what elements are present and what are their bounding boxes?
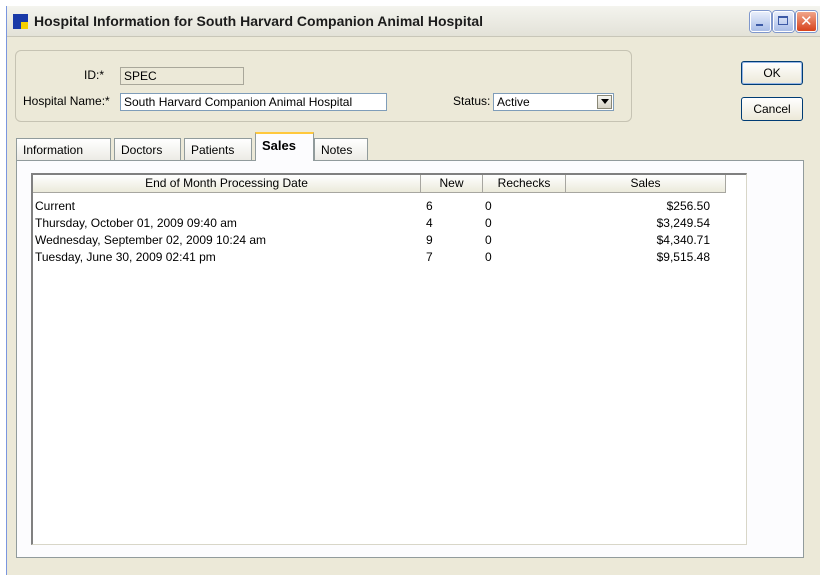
hospital-name-label: Hospital Name:* (23, 94, 110, 108)
tab-sales[interactable]: Sales (255, 132, 314, 161)
chevron-down-icon[interactable] (597, 95, 612, 109)
hospital-details-group: ID:* SPEC Hospital Name:* South Harvard … (15, 50, 632, 122)
status-label: Status: (453, 94, 491, 108)
row-date: Wednesday, September 02, 2009 10:24 am (35, 233, 267, 247)
row-date: Thursday, October 01, 2009 09:40 am (35, 216, 237, 230)
column-header-date[interactable]: End of Month Processing Date (33, 175, 421, 193)
table-row[interactable]: Tuesday, June 30, 2009 02:41 pm 7 0 $9,5… (33, 249, 746, 265)
app-icon (13, 14, 28, 29)
id-field[interactable]: SPEC (120, 67, 244, 85)
table-row[interactable]: Wednesday, September 02, 2009 10:24 am 9… (33, 232, 746, 248)
id-label: ID:* (84, 68, 105, 82)
title-bar[interactable]: Hospital Information for South Harvard C… (7, 6, 820, 37)
row-new: 9 (426, 233, 433, 247)
row-date: Current (35, 199, 76, 213)
list-header: End of Month Processing Date New Recheck… (33, 175, 746, 193)
row-rechecks: 0 (485, 250, 492, 264)
table-row[interactable]: Current 6 0 $256.50 (33, 198, 746, 214)
row-sales: $4,340.71 (656, 233, 710, 247)
maximize-icon (778, 16, 788, 25)
row-rechecks: 0 (485, 216, 492, 230)
tab-patients[interactable]: Patients (184, 138, 252, 160)
column-header-new[interactable]: New (421, 175, 483, 193)
close-icon: ✕ (800, 12, 813, 30)
status-select[interactable]: Active (493, 93, 614, 111)
maximize-button[interactable] (773, 11, 794, 32)
window-title: Hospital Information for South Harvard C… (34, 13, 484, 29)
tab-doctors[interactable]: Doctors (114, 138, 181, 160)
minimize-button[interactable] (750, 11, 771, 32)
row-sales: $3,249.54 (656, 216, 710, 230)
row-rechecks: 0 (485, 199, 492, 213)
row-new: 6 (426, 199, 433, 213)
hospital-name-field[interactable]: South Harvard Companion Animal Hospital (120, 93, 387, 111)
sales-list[interactable]: End of Month Processing Date New Recheck… (31, 173, 747, 545)
ok-button[interactable]: OK (741, 61, 803, 85)
tab-notes[interactable]: Notes (314, 138, 368, 160)
minimize-icon (756, 24, 763, 26)
column-header-sales[interactable]: Sales (566, 175, 726, 193)
table-row[interactable]: Thursday, October 01, 2009 09:40 am 4 0 … (33, 215, 746, 231)
row-new: 7 (426, 250, 433, 264)
cancel-button[interactable]: Cancel (741, 97, 803, 121)
row-new: 4 (426, 216, 433, 230)
column-header-rechecks[interactable]: Rechecks (483, 175, 566, 193)
close-button[interactable]: ✕ (796, 11, 817, 32)
row-sales: $256.50 (666, 199, 710, 213)
status-select-value: Active (497, 95, 530, 109)
row-rechecks: 0 (485, 233, 492, 247)
row-sales: $9,515.48 (656, 250, 710, 264)
row-date: Tuesday, June 30, 2009 02:41 pm (35, 250, 216, 264)
tab-information[interactable]: Information (16, 138, 111, 160)
